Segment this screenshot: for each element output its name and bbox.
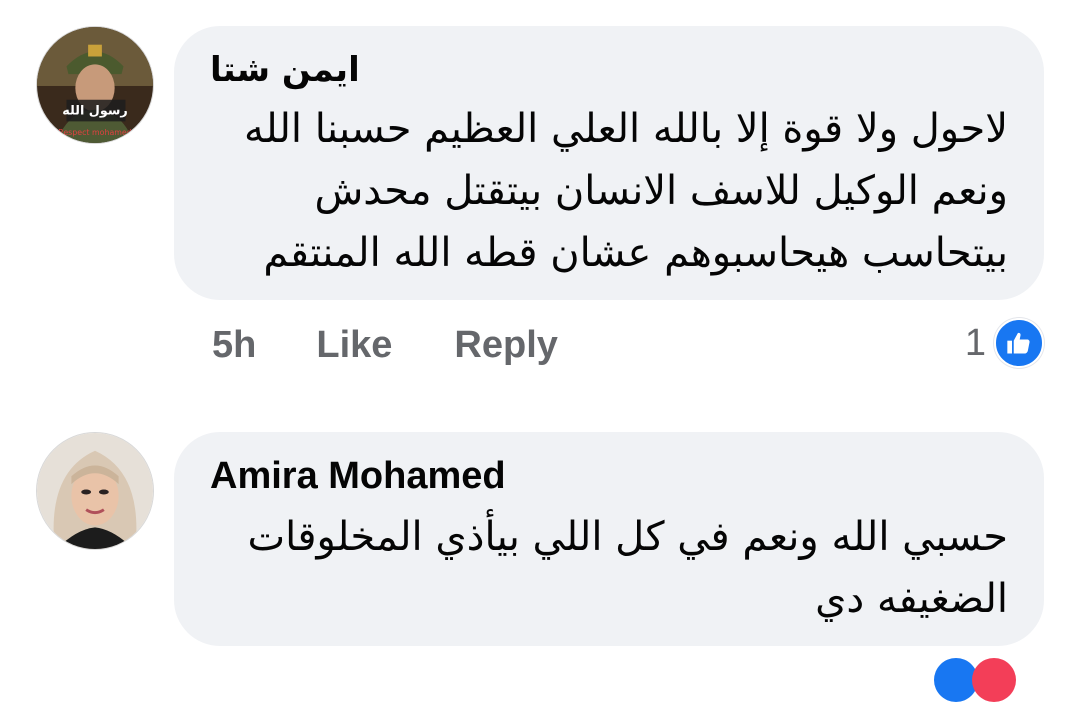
avatar-image [37,433,153,549]
reaction-summary[interactable]: 1 [965,318,1044,368]
comment-timestamp[interactable]: 5h [212,324,256,367]
reaction-count: 1 [964,321,986,364]
comment-bubble: ايمن شتا لاحول ولا قوة إلا بالله العلي ا… [174,26,1044,300]
avatar[interactable] [36,432,154,550]
reply-button[interactable]: Reply [454,324,557,367]
comment-actions: 5h Like Reply [212,322,558,368]
like-button[interactable]: Like [316,324,392,367]
comment-bubble: Amira Mohamed حسبي الله ونعم في كل اللي … [174,432,1044,646]
comment-text: حسبي الله ونعم في كل اللي بيأذي المخلوقا… [247,514,1009,622]
avatar-image: رسول الله Respect mohamed [37,27,153,143]
comment-text: لاحول ولا قوة إلا بالله العلي العظيم حسب… [244,106,1008,276]
comment-author[interactable]: Amira Mohamed [210,456,506,496]
comment-author[interactable]: ايمن شتا [210,50,360,90]
thumbs-up-icon [994,318,1044,368]
avatar[interactable]: رسول الله Respect mohamed [36,26,154,144]
avatar-subcaption: Respect mohamed [58,128,132,137]
love-reaction-icon [972,658,1016,702]
avatar-caption: رسول الله [62,103,128,118]
